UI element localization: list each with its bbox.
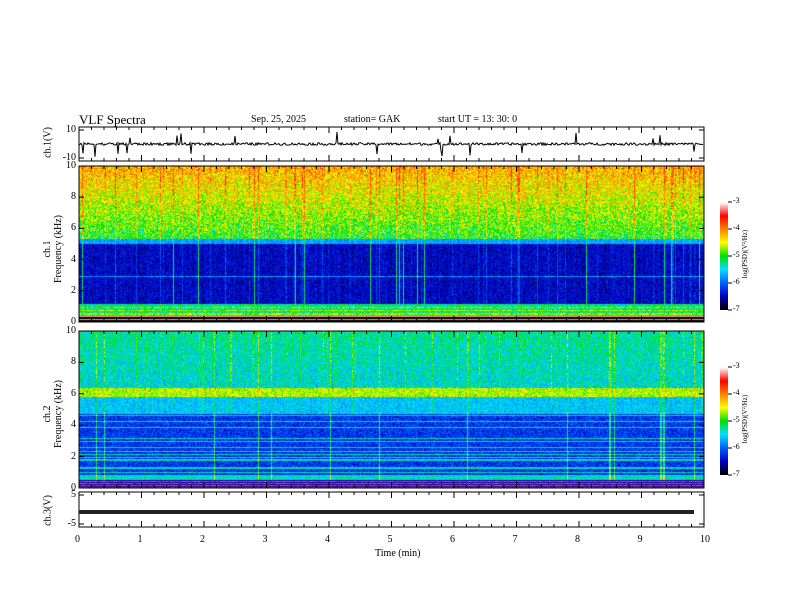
ch1-spec-ylabel: ch.1 Frequency (kHz): [42, 199, 64, 299]
y-tick-label: 10: [66, 325, 76, 336]
ch1-spec-ylabel-channel: ch.1: [42, 240, 53, 258]
panel-frame-3: [78, 330, 705, 489]
colorbar-tick-label: -3: [733, 361, 740, 370]
colorbar-tick-label: -4: [733, 388, 740, 397]
colorbar-tick-label: -4: [733, 223, 740, 232]
x-tick-label-9: 9: [637, 534, 643, 545]
ch1-ylabel: ch.1(V): [42, 127, 54, 158]
colorbar-tick-label: -7: [733, 304, 740, 313]
y-tick-label: 4: [71, 419, 76, 431]
x-tick-label-4: 4: [325, 534, 330, 545]
y-tick-label: 10: [66, 160, 76, 171]
x-axis-label: Time (min): [375, 548, 421, 559]
ch2-spec-ylabel-channel: ch.2: [42, 405, 53, 423]
colorbar-tick-label: -7: [733, 469, 740, 478]
ch1-waveform-trace: [78, 131, 704, 157]
y-tick-label: 6: [71, 222, 76, 234]
panel-frame-2: [78, 165, 705, 323]
y-tick-label: 8: [71, 191, 76, 203]
y-tick-label: 4: [71, 253, 76, 265]
colorbar-tick-label: -6: [733, 277, 740, 286]
y-tick-label: 5: [71, 489, 76, 500]
y-tick-label: 8: [71, 356, 76, 368]
x-tick-label-0: 0: [75, 534, 80, 545]
y-tick-label: 2: [71, 284, 76, 296]
y-tick-label: 6: [71, 387, 76, 399]
colorbar-tick-label: -5: [733, 250, 740, 259]
vlf-spectra-figure: VLF Spectra Sep. 25, 2025 station= GAK s…: [0, 0, 792, 612]
ch3-ylabel: ch.3(V): [42, 495, 54, 526]
ch2-colorbar-label: log(PSD)(V²/Hz): [741, 394, 749, 444]
x-tick-label-10: 10: [700, 534, 710, 545]
x-tick-label-3: 3: [262, 534, 268, 545]
x-tick-label-5: 5: [387, 534, 393, 545]
y-tick-label: 2: [71, 450, 76, 462]
ch3-waveform-trace: [79, 510, 694, 514]
y-tick-label: -5: [67, 518, 76, 529]
colorbar-tick-label: -6: [733, 442, 740, 451]
colorbar-tick-label: -5: [733, 415, 740, 424]
ch2-spec-ylabel: ch.2 Frequency (kHz): [42, 364, 64, 464]
y-tick-label: 10: [66, 124, 76, 135]
x-tick-label-6: 6: [450, 534, 455, 545]
x-tick-label-7: 7: [512, 534, 518, 545]
ch1-spec-ylabel-freq: Frequency (kHz): [53, 214, 64, 284]
axes-overlay: [78, 126, 732, 528]
ch1-colorbar-label: log(PSD)(V²/Hz): [741, 229, 749, 279]
colorbar-tick-label: -3: [733, 196, 740, 205]
ch2-spec-ylabel-freq: Frequency (kHz): [53, 379, 64, 449]
x-tick-label-8: 8: [575, 534, 580, 545]
x-tick-label-1: 1: [137, 534, 143, 545]
x-tick-label-2: 2: [200, 534, 205, 545]
